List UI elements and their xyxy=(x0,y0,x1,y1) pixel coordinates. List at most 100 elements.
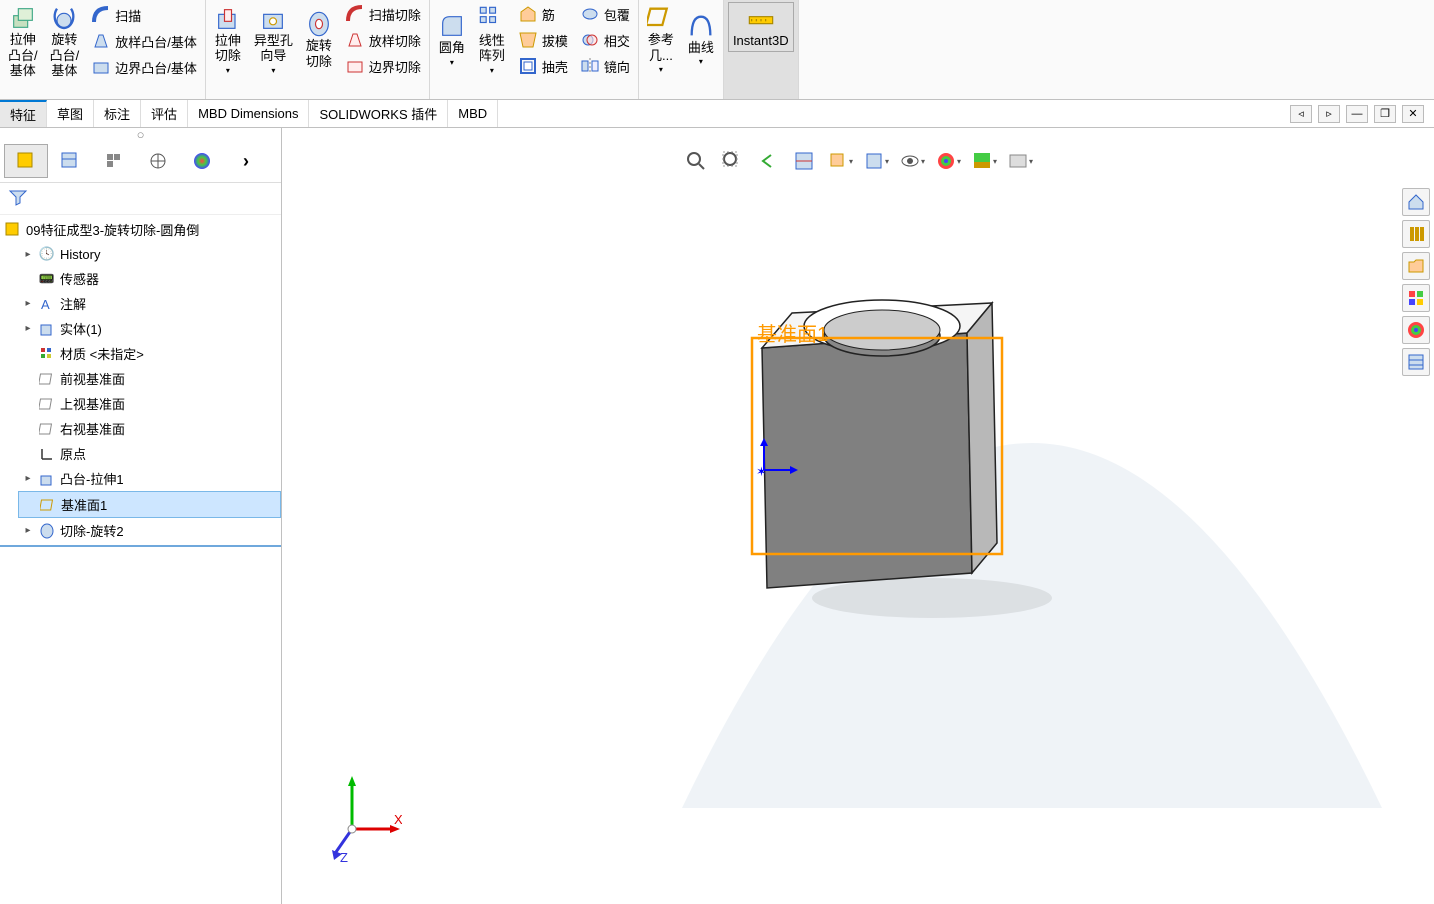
curves-button[interactable]: 曲线 ▾ xyxy=(683,10,719,69)
dropdown-arrow-icon: ▾ xyxy=(699,57,703,67)
view-palette-button[interactable] xyxy=(1402,284,1430,312)
view-settings-button[interactable] xyxy=(1007,148,1033,174)
tab-mbd[interactable]: MBD xyxy=(448,100,498,127)
window-controls: ◃ ▹ — ❐ ✕ xyxy=(1290,105,1434,123)
tab-sketch[interactable]: 草图 xyxy=(47,100,94,127)
section-view-button[interactable] xyxy=(791,148,817,174)
prev-window-button[interactable]: ◃ xyxy=(1290,105,1312,123)
mirror-button[interactable]: 镜向 xyxy=(576,54,634,78)
appearances-icon xyxy=(1406,320,1426,340)
tab-solidworks-addins[interactable]: SOLIDWORKS 插件 xyxy=(309,100,448,127)
linear-pattern-button[interactable]: 线性 阵列 ▾ xyxy=(474,3,510,78)
feature-tree[interactable]: 09特征成型3-旋转切除-圆角倒 ▸🕓History 📟传感器 ▸A注解 ▸ 实体… xyxy=(0,215,281,904)
resources-button[interactable] xyxy=(1402,220,1430,248)
property-manager-tab[interactable] xyxy=(48,144,92,178)
shell-button[interactable]: 抽壳 xyxy=(514,54,572,78)
tree-boss-extrude1[interactable]: ▸凸台-拉伸1 xyxy=(18,466,281,491)
extrude-cut-button[interactable]: 拉伸 切除 ▾ xyxy=(210,3,246,78)
appearances-button[interactable] xyxy=(1402,316,1430,344)
tree-root[interactable]: 09特征成型3-旋转切除-圆角倒 xyxy=(0,217,281,242)
view-orientation-button[interactable] xyxy=(827,148,853,174)
revolve-cut-button[interactable]: 旋转 切除 xyxy=(301,8,337,71)
fillet-icon xyxy=(438,12,466,40)
boundary-icon xyxy=(91,57,111,77)
tree-cut-revolve2-label: 切除-旋转2 xyxy=(60,521,124,540)
loft-cut-button[interactable]: 放样切除 xyxy=(341,28,425,52)
tab-annotate[interactable]: 标注 xyxy=(94,100,141,127)
plane-icon xyxy=(38,395,56,413)
hide-show-button[interactable] xyxy=(899,148,925,174)
loft-boss-button[interactable]: 放样凸台/基体 xyxy=(87,29,201,53)
plane-label: 基准面1 xyxy=(757,318,828,347)
tree-solid-bodies-label: 实体(1) xyxy=(60,319,102,338)
tree-top-plane[interactable]: 上视基准面 xyxy=(18,391,281,416)
home-button[interactable] xyxy=(1402,188,1430,216)
custom-properties-button[interactable] xyxy=(1402,348,1430,376)
tree-history[interactable]: ▸🕓History xyxy=(18,242,281,266)
sweep-button[interactable]: 扫描 xyxy=(87,3,201,27)
wrap-button[interactable]: 包覆 xyxy=(576,2,634,26)
boundary-cut-button[interactable]: 边界切除 xyxy=(341,54,425,78)
apply-scene-button[interactable] xyxy=(971,148,997,174)
fillet-label: 圆角 xyxy=(439,40,465,56)
tree-cut-revolve2[interactable]: ▸ 切除-旋转2 xyxy=(18,518,281,543)
dropdown-arrow-icon: ▾ xyxy=(450,58,454,68)
filter-icon[interactable] xyxy=(8,187,28,207)
tab-evaluate[interactable]: 评估 xyxy=(141,100,188,127)
close-button[interactable]: ✕ xyxy=(1402,105,1424,123)
tree-right-plane[interactable]: 右视基准面 xyxy=(18,416,281,441)
rib-button[interactable]: 筋 xyxy=(514,2,572,26)
tree-annotations[interactable]: ▸A注解 xyxy=(18,291,281,316)
tree-material[interactable]: 材质 <未指定> xyxy=(18,341,281,366)
view-triad[interactable]: Y X Z xyxy=(322,774,402,864)
boundary-boss-button[interactable]: 边界凸台/基体 xyxy=(87,55,201,79)
expand-icon[interactable]: ▸ xyxy=(22,298,34,309)
minimize-button[interactable]: — xyxy=(1346,105,1368,123)
tree-origin[interactable]: 原点 xyxy=(18,441,281,466)
extrude-boss-button[interactable]: 拉伸 凸台/ 基体 xyxy=(4,2,42,81)
display-icon xyxy=(191,150,213,172)
display-style-button[interactable] xyxy=(863,148,889,174)
tree-material-label: 材质 <未指定> xyxy=(60,344,144,363)
tab-mbd-dimensions[interactable]: MBD Dimensions xyxy=(188,100,309,127)
loft-cut-label: 放样切除 xyxy=(369,31,421,50)
expand-icon[interactable]: ▸ xyxy=(22,473,34,484)
expand-icon[interactable]: ▸ xyxy=(22,323,34,334)
tree-front-plane[interactable]: 前视基准面 xyxy=(18,366,281,391)
dimxpert-tab[interactable] xyxy=(136,144,180,178)
fillet-button[interactable]: 圆角 ▾ xyxy=(434,10,470,69)
next-window-button[interactable]: ▹ xyxy=(1318,105,1340,123)
edit-appearance-button[interactable] xyxy=(935,148,961,174)
panel-handle[interactable]: ○ xyxy=(0,128,281,140)
zoom-fit-button[interactable] xyxy=(683,148,709,174)
feature-tree-tab[interactable] xyxy=(4,144,48,178)
maximize-button[interactable]: ❐ xyxy=(1374,105,1396,123)
reference-geometry-button[interactable]: 参考 几... ▾ xyxy=(643,2,679,77)
expand-tab[interactable]: › xyxy=(224,144,268,178)
folder-icon xyxy=(1406,256,1426,276)
configuration-tab[interactable] xyxy=(92,144,136,178)
expand-icon[interactable]: ▸ xyxy=(22,525,34,536)
graphics-viewport[interactable]: ✶ 基准面1 Y X Z xyxy=(282,128,1434,904)
instant3d-button[interactable]: Instant3D xyxy=(728,2,794,52)
sweep-cut-button[interactable]: 扫描切除 xyxy=(341,2,425,26)
display-manager-tab[interactable] xyxy=(180,144,224,178)
tree-plane1[interactable]: 基准面1 xyxy=(18,491,281,518)
orientation-icon xyxy=(827,150,847,172)
previous-view-button[interactable] xyxy=(755,148,781,174)
draft-button[interactable]: 拔模 xyxy=(514,28,572,52)
tree-sensors[interactable]: 📟传感器 xyxy=(18,266,281,291)
zoom-area-button[interactable] xyxy=(719,148,745,174)
hole-wizard-button[interactable]: 异型孔 向导 ▾ xyxy=(250,3,297,78)
intersect-button[interactable]: 相交 xyxy=(576,28,634,52)
tree-solid-bodies[interactable]: ▸ 实体(1) xyxy=(18,316,281,341)
file-explorer-button[interactable] xyxy=(1402,252,1430,280)
linear-pattern-label: 线性 阵列 xyxy=(479,33,505,64)
sweep-cut-icon xyxy=(345,4,365,24)
tree-annotations-label: 注解 xyxy=(60,294,86,313)
ribbon-group-instant3d: Instant3D xyxy=(724,0,799,99)
expand-icon[interactable]: ▸ xyxy=(22,249,34,260)
tab-features[interactable]: 特征 xyxy=(0,100,47,127)
revolve-boss-icon xyxy=(50,4,78,32)
revolve-boss-button[interactable]: 旋转 凸台/ 基体 xyxy=(46,2,84,81)
